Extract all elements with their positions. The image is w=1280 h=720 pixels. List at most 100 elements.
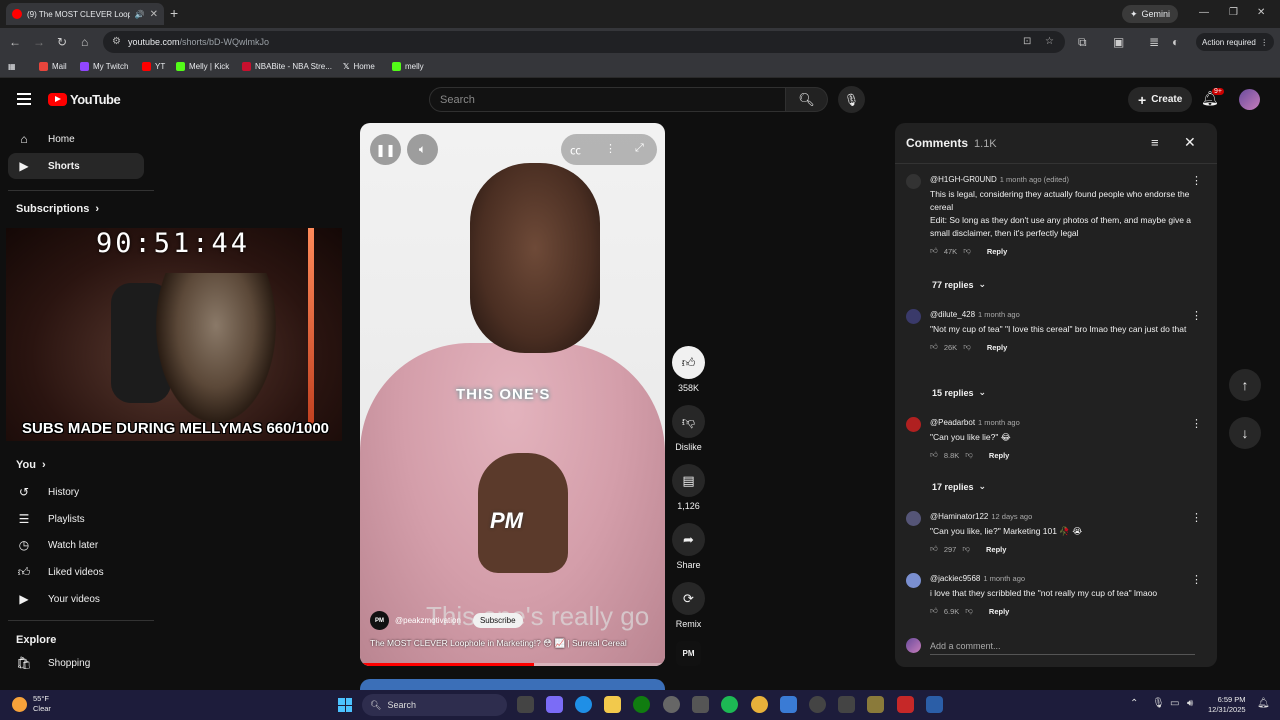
bookmark-melly[interactable]: melly bbox=[392, 62, 424, 71]
sidebar-item-liked-videos[interactable]: 👍︎ Liked videos bbox=[8, 559, 144, 585]
app-icon[interactable] bbox=[897, 696, 914, 713]
extensions-icon[interactable]: ⧉ bbox=[1078, 35, 1087, 50]
app-icon[interactable] bbox=[838, 696, 855, 713]
copilot-icon[interactable] bbox=[546, 696, 563, 713]
more-vert-icon[interactable]: ⋮ bbox=[1191, 417, 1202, 430]
comment-author[interactable]: @Haminator122 bbox=[930, 512, 988, 521]
more-vert-icon[interactable]: ⋮ bbox=[1191, 573, 1202, 586]
replies-toggle[interactable]: 17 replies ⌄ bbox=[932, 481, 986, 492]
action-required-button[interactable]: Action required ⋮ bbox=[1196, 33, 1275, 51]
fullscreen-icon[interactable]: ⤢ bbox=[635, 142, 644, 155]
comment-author[interactable]: @jackiec9568 bbox=[930, 574, 980, 583]
comment-author[interactable]: @H1GH-GR0UND bbox=[930, 175, 997, 184]
system-clock[interactable]: 6:59 PM 12/31/2025 bbox=[1208, 695, 1246, 715]
thumbs-up-icon[interactable]: 👍︎ bbox=[930, 544, 938, 554]
reply-button[interactable]: Reply bbox=[989, 607, 1009, 616]
thumbs-up-icon[interactable]: 👍︎ bbox=[930, 450, 938, 460]
next-short-preview[interactable] bbox=[360, 679, 665, 690]
search-input[interactable]: Search bbox=[429, 87, 786, 112]
thumbs-down-icon[interactable]: 👎︎ bbox=[965, 450, 973, 460]
replies-toggle[interactable]: 15 replies ⌄ bbox=[932, 387, 986, 398]
thumbs-down-icon[interactable]: 👎︎ bbox=[965, 606, 973, 616]
apps-grid-icon[interactable]: ▦ bbox=[8, 62, 16, 71]
search-button[interactable]: 🔍︎ bbox=[786, 87, 828, 112]
thumbs-up-icon[interactable]: 👍︎ bbox=[930, 606, 938, 616]
task-view-icon[interactable] bbox=[517, 696, 534, 713]
reply-button[interactable]: Reply bbox=[989, 451, 1009, 460]
share-button[interactable]: ➦ Share bbox=[672, 523, 705, 570]
photos-icon[interactable] bbox=[780, 696, 797, 713]
chevron-up-icon[interactable]: ⌃ bbox=[1130, 698, 1138, 709]
weather-widget[interactable]: 55°F Clear bbox=[33, 694, 51, 714]
menu-icon[interactable] bbox=[17, 93, 31, 108]
file-explorer-icon[interactable] bbox=[604, 696, 621, 713]
minimize-icon[interactable]: — bbox=[1199, 7, 1209, 18]
bookmark-x-home[interactable]: 𝕏 Home bbox=[343, 62, 375, 71]
commenter-avatar[interactable] bbox=[906, 573, 921, 588]
url-bar[interactable]: ⚙ youtube.com/shorts/bD-WQwlmkJo ⊡ ☆ bbox=[103, 31, 1065, 53]
weather-icon[interactable] bbox=[12, 697, 27, 712]
comment-author[interactable]: @Peadarbot bbox=[930, 418, 975, 427]
forward-icon[interactable]: → bbox=[33, 35, 45, 49]
previous-short-button[interactable]: ↑ bbox=[1229, 369, 1261, 401]
steam-icon[interactable] bbox=[926, 696, 943, 713]
replies-toggle[interactable]: 77 replies ⌄ bbox=[932, 279, 986, 290]
split-view-icon[interactable]: ▣ bbox=[1113, 35, 1124, 49]
video-title[interactable]: The MOST CLEVER Loophole in Marketing!? … bbox=[370, 638, 627, 649]
create-button[interactable]: + Create bbox=[1128, 87, 1193, 112]
sidebar-item-watch-later[interactable]: ◷ Watch later bbox=[8, 532, 144, 558]
sidebar-item-shopping[interactable]: 🛍︎ Shopping bbox=[8, 650, 144, 676]
mic-icon[interactable]: 🎙︎ bbox=[1152, 698, 1165, 709]
you-heading[interactable]: You › bbox=[16, 459, 46, 471]
sidebar-item-your-videos[interactable]: ▶ Your videos bbox=[8, 586, 144, 612]
edge-icon[interactable] bbox=[575, 696, 592, 713]
new-tab-button[interactable]: + bbox=[170, 5, 178, 21]
reload-icon[interactable]: ↻ bbox=[57, 35, 67, 49]
reply-button[interactable]: Reply bbox=[986, 545, 1006, 554]
short-video-player[interactable]: PM THIS ONE'S This one's really go ❚❚ 🔈︎… bbox=[360, 123, 665, 666]
thumbs-down-icon[interactable]: 👎︎ bbox=[963, 342, 971, 352]
commenter-avatar[interactable] bbox=[906, 309, 921, 324]
more-vert-icon[interactable]: ⋮ bbox=[1191, 511, 1202, 524]
subscriptions-heading[interactable]: Subscriptions › bbox=[16, 203, 99, 215]
add-comment-input[interactable]: Add a comment... bbox=[930, 641, 1001, 651]
volume-icon[interactable]: 🔊︎ bbox=[1187, 698, 1193, 709]
sidebar-item-history[interactable]: ↺ History bbox=[8, 479, 144, 505]
comments-button[interactable]: ▤ 1,126 bbox=[672, 464, 705, 511]
home-icon[interactable]: ⌂ bbox=[81, 35, 88, 49]
bookmark-star-icon[interactable]: ☆ bbox=[1045, 36, 1054, 47]
back-icon[interactable]: ← bbox=[9, 35, 21, 49]
media-player-icon[interactable] bbox=[809, 696, 826, 713]
dislike-button[interactable]: 👎︎ Dislike bbox=[672, 405, 705, 452]
video-progress-bar[interactable] bbox=[360, 663, 665, 666]
bookmark-twitch[interactable]: My Twitch bbox=[80, 62, 128, 71]
browser-tab[interactable]: (9) The MOST CLEVER Loopho 🔊 ✕ bbox=[6, 3, 164, 25]
windows-start-icon[interactable] bbox=[338, 698, 352, 712]
commenter-avatar[interactable] bbox=[906, 417, 921, 432]
more-vert-icon[interactable]: ⋮ bbox=[605, 142, 616, 155]
volume-button[interactable]: 🔈︎ bbox=[407, 134, 438, 165]
thumbs-down-icon[interactable]: 👎︎ bbox=[963, 246, 971, 256]
close-window-icon[interactable]: ✕ bbox=[1257, 7, 1265, 18]
thumbs-up-icon[interactable]: 👍︎ bbox=[930, 246, 938, 256]
captions-icon[interactable]: ㏄ bbox=[570, 142, 581, 158]
sidebar-item-playlists[interactable]: ☰ Playlists bbox=[8, 506, 144, 532]
subscribe-button[interactable]: Subscribe bbox=[472, 613, 523, 628]
bookmark-yt[interactable]: YT bbox=[142, 62, 165, 71]
thumbs-down-icon[interactable]: 👎︎ bbox=[962, 544, 970, 554]
close-icon[interactable]: ✕ bbox=[1184, 134, 1196, 151]
commenter-avatar[interactable] bbox=[906, 174, 921, 189]
pause-button[interactable]: ❚❚ bbox=[370, 134, 401, 165]
channel-name[interactable]: @peakzmotivation bbox=[395, 616, 461, 625]
reply-button[interactable]: Reply bbox=[987, 343, 1007, 352]
bookmark-nbabite[interactable]: NBABite - NBA Stre... bbox=[242, 62, 332, 71]
sidebar-item-home[interactable]: ⌂ Home bbox=[8, 126, 144, 152]
profile-icon[interactable]: ◐ bbox=[1172, 35, 1179, 49]
speaker-icon[interactable]: 🔊 bbox=[135, 10, 145, 19]
site-info-icon[interactable]: ⚙ bbox=[112, 36, 121, 47]
xbox-icon[interactable] bbox=[633, 696, 650, 713]
network-icon[interactable]: ▭ bbox=[1170, 698, 1179, 709]
youtube-logo[interactable]: YouTube bbox=[48, 92, 121, 107]
sidebar-item-shorts[interactable]: ▶ Shorts bbox=[8, 153, 144, 179]
restore-icon[interactable]: ❐ bbox=[1229, 7, 1238, 18]
